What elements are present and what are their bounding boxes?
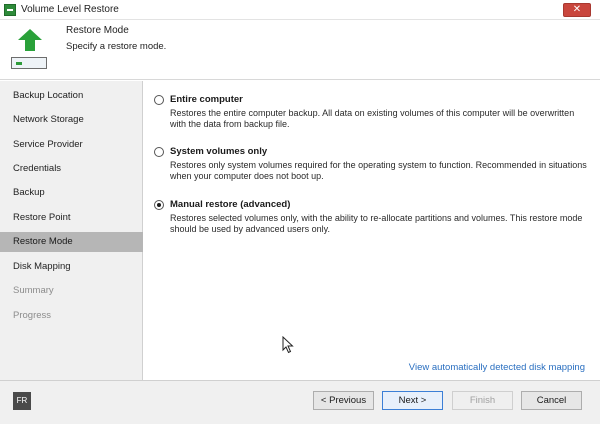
close-button[interactable]: ✕ <box>563 3 591 17</box>
window-title: Volume Level Restore <box>21 4 119 15</box>
page-title: Restore Mode <box>66 25 129 36</box>
view-disk-mapping-link[interactable]: View automatically detected disk mapping <box>409 362 585 373</box>
previous-button[interactable]: < Previous <box>313 391 374 410</box>
restore-volume-icon <box>8 25 52 75</box>
sidebar-item-progress: Progress <box>13 310 52 321</box>
wizard-steps-sidebar: Backup Location Network Storage Service … <box>0 81 143 380</box>
wizard-footer: FR < Previous Next > Finish Cancel <box>0 380 600 424</box>
sidebar-item-backup[interactable]: Backup <box>0 183 143 203</box>
sidebar-item-restore-point[interactable]: Restore Point <box>0 208 143 228</box>
sidebar-item-disk-mapping[interactable]: Disk Mapping <box>0 257 143 277</box>
option-label[interactable]: Entire computer <box>170 94 243 105</box>
sidebar-item-network-storage[interactable]: Network Storage <box>0 110 143 130</box>
page-subtitle: Specify a restore mode. <box>66 41 167 52</box>
language-badge[interactable]: FR <box>13 392 31 410</box>
restore-mode-panel: Entire computer Restores the entire comp… <box>144 81 600 380</box>
arrow-up-icon <box>18 29 42 51</box>
entire-computer-radio[interactable] <box>154 95 164 105</box>
option-description: Restores selected volumes only, with the… <box>170 213 583 234</box>
option-label[interactable]: Manual restore (advanced) <box>170 199 290 210</box>
mouse-pointer-icon <box>282 336 294 354</box>
drive-icon <box>11 57 47 69</box>
option-description: Restores the entire computer backup. All… <box>170 108 575 129</box>
next-button[interactable]: Next > <box>382 391 443 410</box>
sidebar-item-backup-location[interactable]: Backup Location <box>0 86 143 106</box>
sidebar-item-summary: Summary <box>13 285 54 296</box>
wizard-header: Restore Mode Specify a restore mode. <box>0 20 600 80</box>
cancel-button[interactable]: Cancel <box>521 391 582 410</box>
sidebar-item-restore-mode[interactable]: Restore Mode <box>0 232 143 252</box>
option-description: Restores only system volumes required fo… <box>170 160 587 181</box>
sidebar-item-credentials[interactable]: Credentials <box>0 159 143 179</box>
manual-restore-radio[interactable] <box>154 200 164 210</box>
finish-button: Finish <box>452 391 513 410</box>
system-volumes-radio[interactable] <box>154 147 164 157</box>
sidebar-item-service-provider[interactable]: Service Provider <box>0 135 143 155</box>
option-label[interactable]: System volumes only <box>170 146 267 157</box>
title-bar: Volume Level Restore ✕ <box>0 0 600 20</box>
app-icon <box>4 4 16 16</box>
